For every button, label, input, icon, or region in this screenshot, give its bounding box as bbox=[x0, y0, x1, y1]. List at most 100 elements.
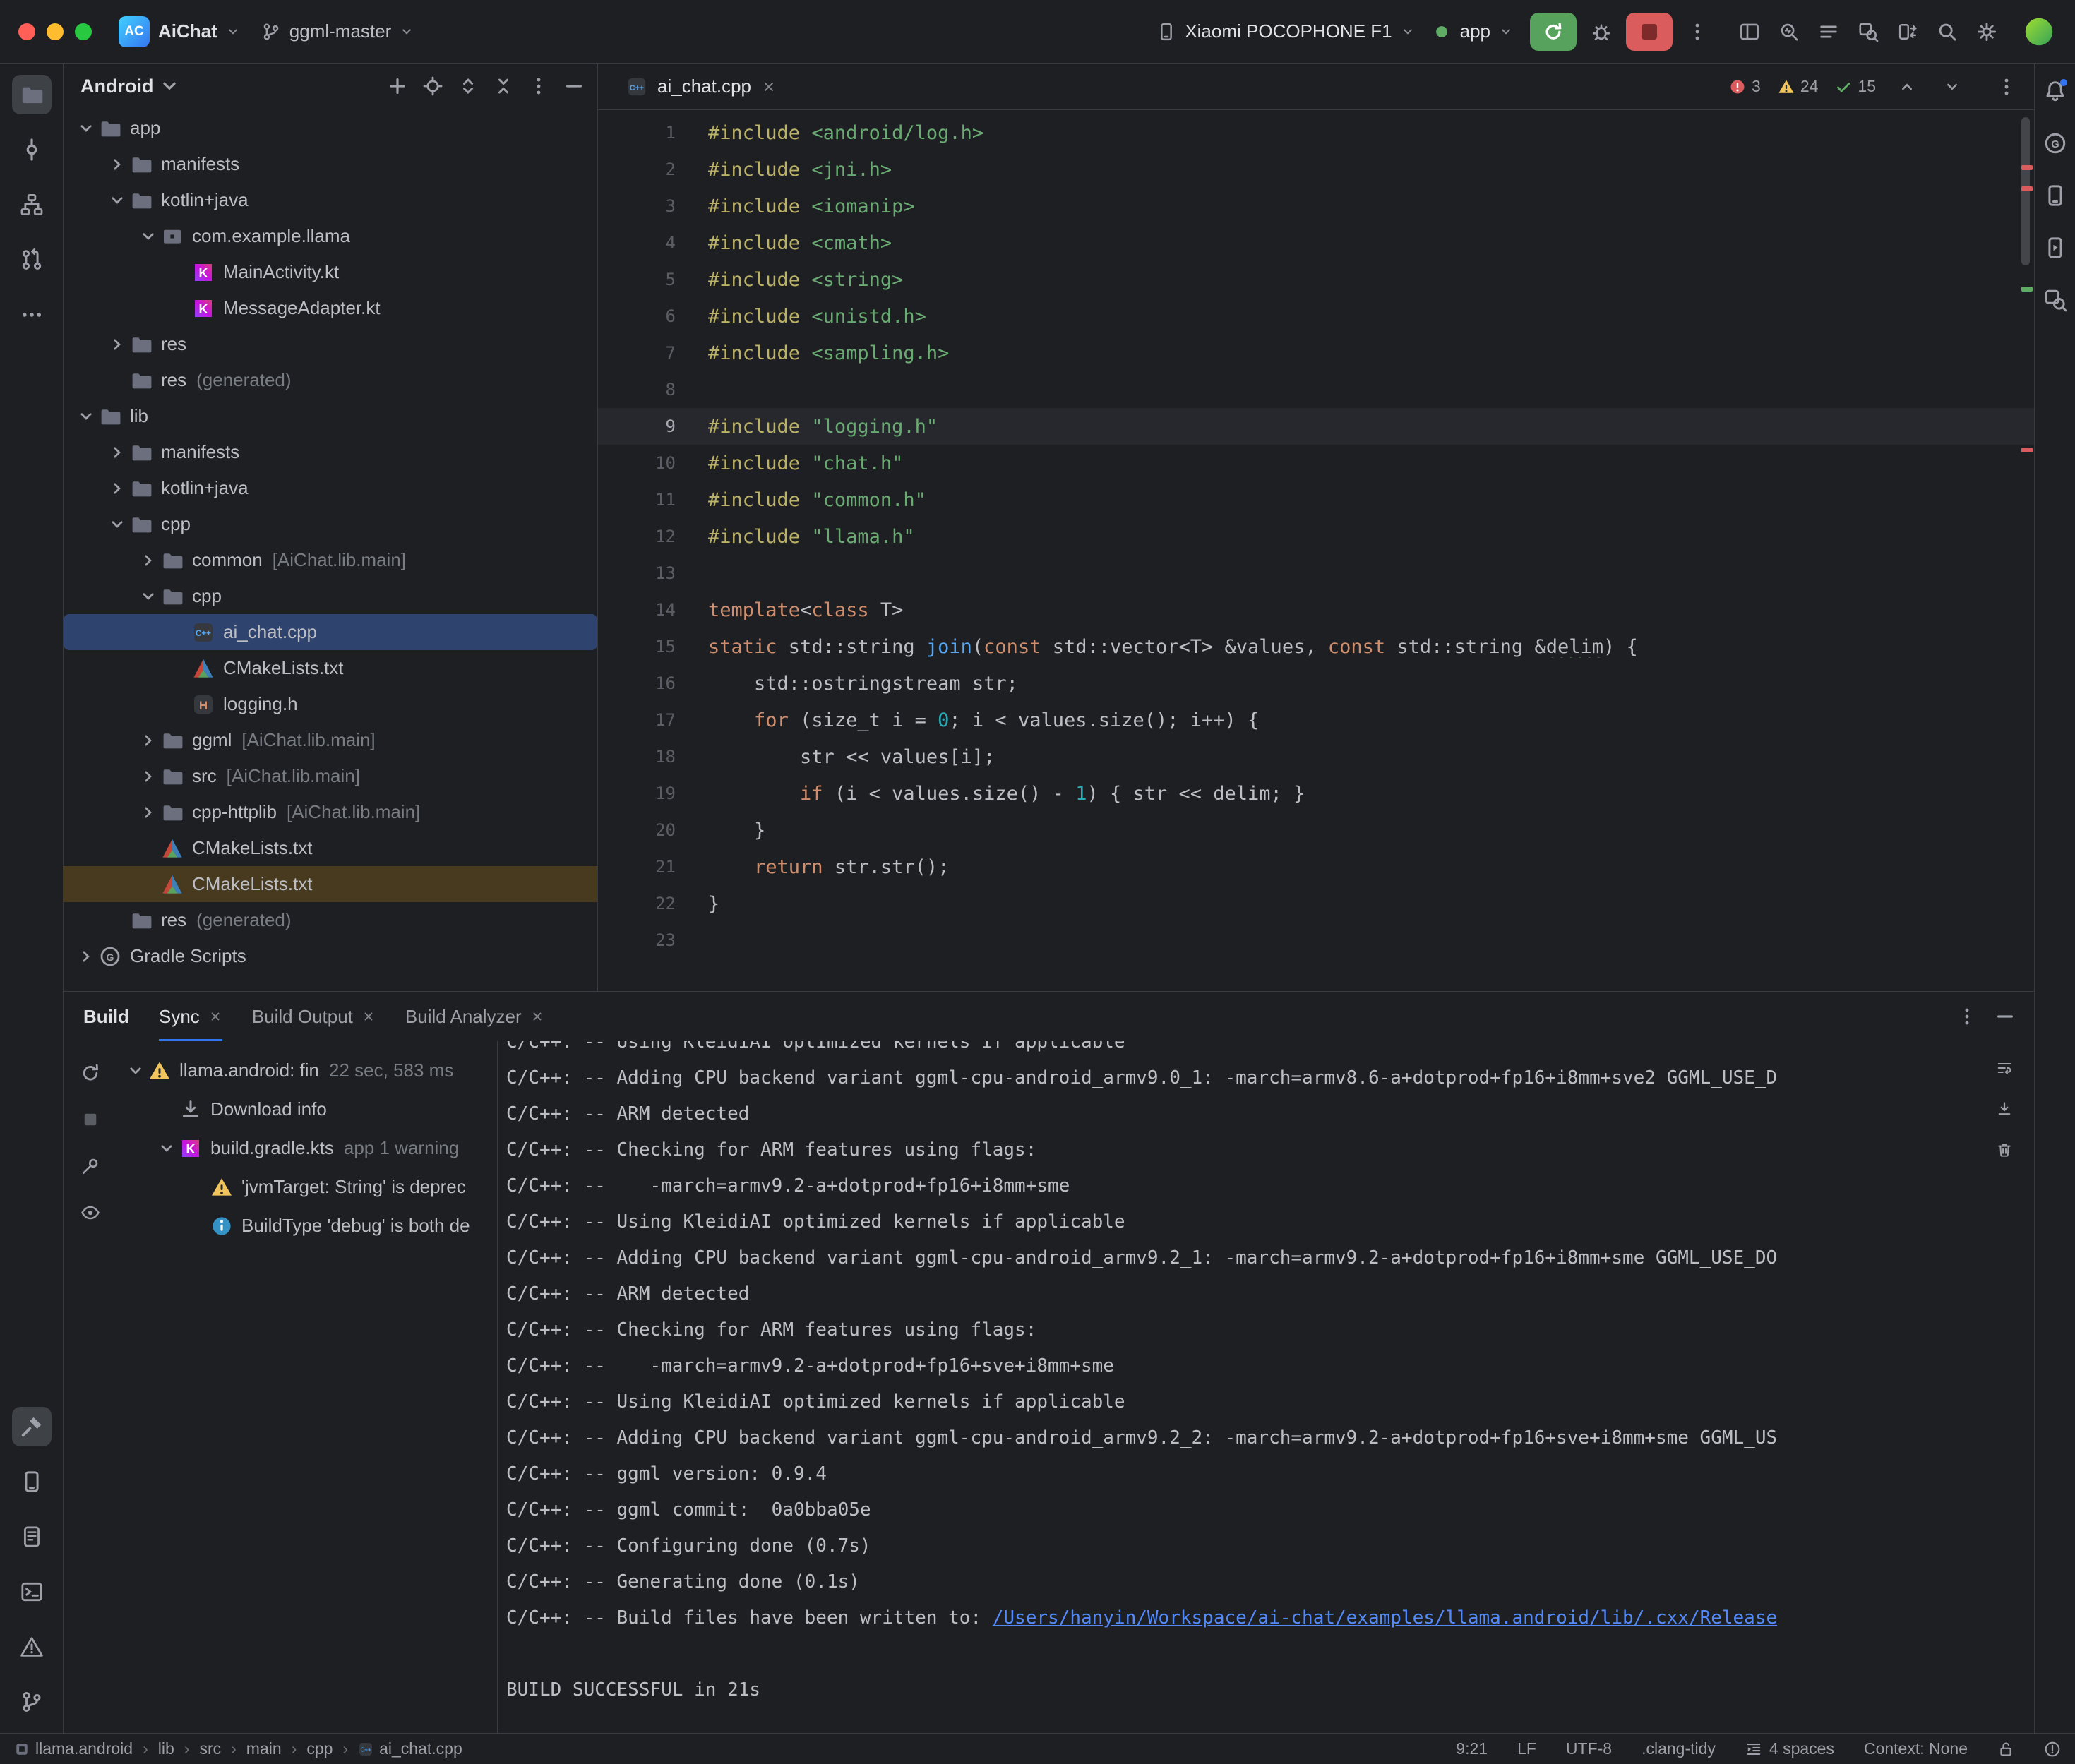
code-line[interactable]: 12#include "llama.h" bbox=[598, 518, 2034, 555]
tab-build-output[interactable]: Build Output bbox=[252, 992, 376, 1041]
breadcrumb-llama-android[interactable]: llama.android bbox=[14, 1739, 133, 1758]
chevron-right-icon[interactable] bbox=[104, 479, 130, 498]
line-number[interactable]: 17 bbox=[598, 710, 704, 730]
clear-all-button[interactable] bbox=[1990, 1136, 2019, 1164]
tree-item-manifests[interactable]: manifests bbox=[64, 434, 597, 470]
tree-item-app[interactable]: app bbox=[64, 110, 597, 146]
prev-problem-button[interactable] bbox=[1893, 73, 1921, 101]
commit-button[interactable] bbox=[12, 130, 52, 169]
code-line[interactable]: 4#include <cmath> bbox=[598, 224, 2034, 261]
line-number[interactable]: 12 bbox=[598, 527, 704, 546]
code-line[interactable]: 2#include <jni.h> bbox=[598, 151, 2034, 188]
code-line[interactable]: 10#include "chat.h" bbox=[598, 445, 2034, 481]
new-button[interactable] bbox=[380, 68, 415, 104]
chevron-down-icon[interactable] bbox=[159, 76, 180, 97]
device-manager-button[interactable] bbox=[2038, 178, 2073, 213]
chevron-down-icon[interactable] bbox=[154, 1139, 179, 1158]
editor-tabs-options-button[interactable] bbox=[1989, 69, 2024, 104]
todo-list-button[interactable] bbox=[1811, 14, 1846, 49]
tree-item-com-example-llama[interactable]: com.example.llama bbox=[64, 218, 597, 254]
line-separator[interactable]: LF bbox=[1517, 1739, 1536, 1758]
line-number[interactable]: 18 bbox=[598, 747, 704, 767]
line-number[interactable]: 6 bbox=[598, 306, 704, 326]
notifications-button[interactable] bbox=[2038, 73, 2073, 109]
more-tool-windows-button[interactable] bbox=[12, 295, 52, 335]
context-widget[interactable]: Context: None bbox=[1864, 1739, 1968, 1758]
code-line[interactable]: 7#include <sampling.h> bbox=[598, 335, 2034, 371]
chevron-down-icon[interactable] bbox=[136, 227, 161, 246]
pull-requests-button[interactable] bbox=[12, 240, 52, 280]
line-number[interactable]: 9 bbox=[598, 416, 704, 436]
version-control-button[interactable] bbox=[12, 1682, 52, 1722]
tab-sync[interactable]: Sync bbox=[159, 992, 222, 1041]
passed-count[interactable]: 15 bbox=[1835, 77, 1876, 96]
line-number[interactable]: 21 bbox=[598, 857, 704, 877]
indent-style[interactable]: 4 spaces bbox=[1745, 1739, 1834, 1758]
tree-item-build-gradle-kts[interactable]: Kbuild.gradle.ktsapp 1 warning bbox=[117, 1129, 497, 1168]
line-number[interactable]: 10 bbox=[598, 453, 704, 473]
app-inspection-button[interactable] bbox=[1850, 14, 1886, 49]
chevron-down-icon[interactable] bbox=[104, 191, 130, 210]
line-number[interactable]: 8 bbox=[598, 380, 704, 400]
chevron-down-icon[interactable] bbox=[73, 119, 99, 138]
chevron-right-icon[interactable] bbox=[136, 731, 161, 750]
options-button[interactable] bbox=[521, 68, 556, 104]
soft-wrap-button[interactable] bbox=[1990, 1054, 2019, 1082]
error-count[interactable]: 3 bbox=[1729, 77, 1761, 96]
tree-item-kotlin-java[interactable]: kotlin+java bbox=[64, 470, 597, 506]
rerun-button[interactable] bbox=[1530, 13, 1577, 51]
scroll-to-end-button[interactable] bbox=[1990, 1095, 2019, 1123]
tree-item-res[interactable]: res(generated) bbox=[64, 362, 597, 398]
tree-item-kotlin-java[interactable]: kotlin+java bbox=[64, 182, 597, 218]
file-encoding[interactable]: UTF-8 bbox=[1566, 1739, 1612, 1758]
settings-button[interactable] bbox=[1969, 14, 2004, 49]
tree-item-res[interactable]: res(generated) bbox=[64, 902, 597, 938]
project-view-mode[interactable]: Android bbox=[80, 76, 153, 97]
search-everywhere-button[interactable] bbox=[1930, 14, 1965, 49]
debug-button[interactable] bbox=[1584, 14, 1619, 49]
terminal-button[interactable] bbox=[12, 1572, 52, 1612]
chevron-down-icon[interactable] bbox=[123, 1062, 148, 1080]
profiler-button[interactable] bbox=[1771, 14, 1807, 49]
tree-item-cpp[interactable]: cpp bbox=[64, 506, 597, 542]
tree-item-llama-android-fin[interactable]: llama.android: fin22 sec, 583 ms bbox=[117, 1051, 497, 1090]
problems-button[interactable] bbox=[12, 1627, 52, 1667]
code-line[interactable]: 22} bbox=[598, 885, 2034, 922]
code-line[interactable]: 19 if (i < values.size() - 1) { str << d… bbox=[598, 775, 2034, 812]
tree-item-messageadapter-kt[interactable]: KMessageAdapter.kt bbox=[64, 290, 597, 326]
hide-panel-button[interactable] bbox=[556, 68, 592, 104]
warning-count[interactable]: 24 bbox=[1778, 77, 1819, 96]
show-options-button[interactable] bbox=[73, 1195, 108, 1230]
line-number[interactable]: 22 bbox=[598, 894, 704, 913]
chevron-down-icon[interactable] bbox=[136, 587, 161, 606]
code-line[interactable]: 16 std::ostringstream str; bbox=[598, 665, 2034, 702]
tree-item-cpp[interactable]: cpp bbox=[64, 578, 597, 614]
user-avatar[interactable] bbox=[2021, 14, 2057, 49]
tree-item-ggml[interactable]: ggml[AiChat.lib.main] bbox=[64, 722, 597, 758]
chevron-right-icon[interactable] bbox=[104, 335, 130, 354]
lock-widget[interactable] bbox=[1997, 1741, 2014, 1758]
close-tab-icon[interactable] bbox=[361, 1009, 376, 1024]
tree-item-cmakelists-txt[interactable]: CMakeLists.txt bbox=[64, 650, 597, 686]
close-tab-icon[interactable] bbox=[208, 1009, 222, 1024]
gradle-button[interactable]: G bbox=[2038, 126, 2073, 161]
build-console[interactable]: C/C++: -- Using KleidiAI optimized kerne… bbox=[498, 1041, 2034, 1733]
breadcrumb-cpp[interactable]: cpp bbox=[306, 1739, 333, 1758]
running-devices-button[interactable] bbox=[2038, 230, 2073, 265]
line-number[interactable]: 16 bbox=[598, 673, 704, 693]
chevron-down-icon[interactable] bbox=[73, 407, 99, 426]
chevron-right-icon[interactable] bbox=[136, 767, 161, 786]
code-line[interactable]: 23 bbox=[598, 922, 2034, 959]
code-area[interactable]: 1#include <android/log.h>2#include <jni.… bbox=[598, 110, 2034, 991]
structure-button[interactable] bbox=[12, 185, 52, 224]
editor-tab-ai-chat-cpp[interactable]: C++ ai_chat.cpp bbox=[614, 64, 789, 109]
line-number[interactable]: 13 bbox=[598, 563, 704, 583]
code-line[interactable]: 20 } bbox=[598, 812, 2034, 848]
line-number[interactable]: 11 bbox=[598, 490, 704, 510]
tab-build-analyzer[interactable]: Build Analyzer bbox=[405, 992, 544, 1041]
tree-item-cmakelists-txt[interactable]: CMakeLists.txt bbox=[64, 866, 597, 902]
breadcrumb-lib[interactable]: lib bbox=[158, 1739, 174, 1758]
project-selector[interactable]: AC AiChat bbox=[119, 16, 240, 47]
tree-item-jvmtarget-string-is-deprec[interactable]: 'jvmTarget: String' is deprec bbox=[117, 1168, 497, 1206]
close-window-button[interactable] bbox=[18, 23, 35, 40]
